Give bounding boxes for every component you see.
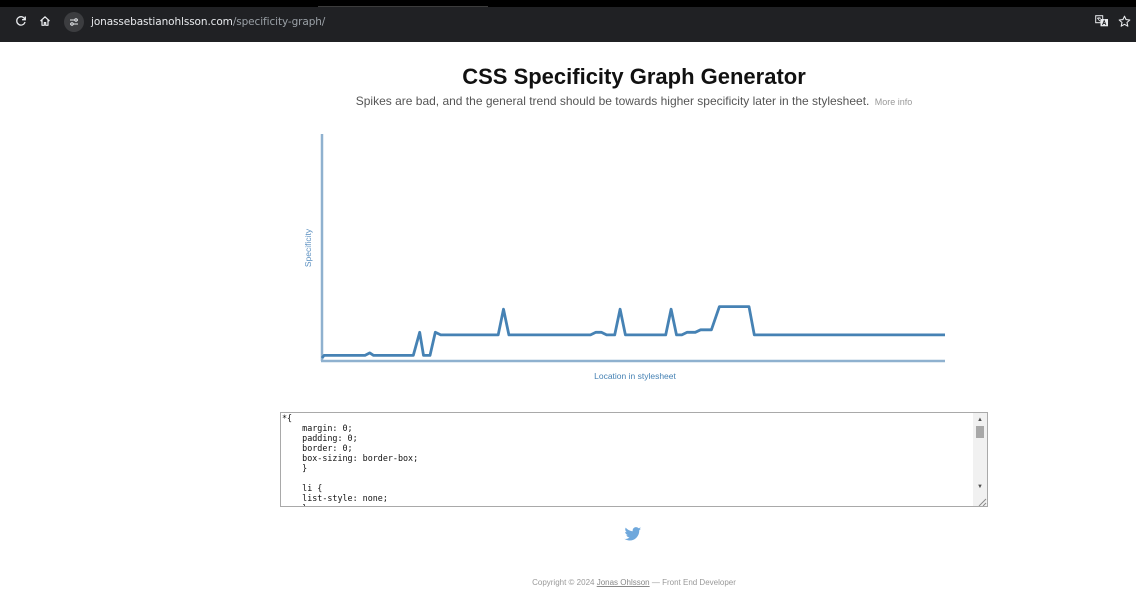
- browser-toolbar: jonassebastianohlsson.com/specificity-gr…: [0, 0, 1136, 42]
- scroll-down-arrow-icon[interactable]: ▼: [973, 481, 987, 493]
- y-axis-label: Specificity: [303, 228, 313, 268]
- graph-axes: [320, 134, 945, 363]
- url-host: jonassebastianohlsson.com: [91, 16, 233, 28]
- x-axis-label: Location in stylesheet: [594, 371, 676, 381]
- subtitle-text: Spikes are bad, and the general trend sh…: [355, 94, 870, 108]
- vertical-scrollbar[interactable]: ▲ ▼: [973, 413, 987, 506]
- footer: Copyright © 2024 Jonas Ohlsson — Front E…: [0, 578, 1136, 587]
- address-bar[interactable]: jonassebastianohlsson.com/specificity-gr…: [64, 12, 325, 32]
- specificity-line: [320, 305, 945, 359]
- author-link[interactable]: Jonas Ohlsson: [597, 578, 650, 587]
- home-icon[interactable]: [36, 12, 54, 30]
- site-settings-icon[interactable]: [64, 12, 84, 32]
- css-input-field[interactable]: [281, 413, 973, 506]
- css-input-box[interactable]: ▲ ▼: [280, 412, 988, 507]
- scroll-thumb[interactable]: [976, 426, 984, 438]
- reload-icon[interactable]: [12, 12, 30, 30]
- resize-handle-icon[interactable]: [975, 494, 987, 506]
- page-title: CSS Specificity Graph Generator: [462, 64, 806, 89]
- url-path: /specificity-graph/: [232, 16, 326, 28]
- more-info-link[interactable]: More info: [875, 97, 913, 107]
- copyright-text: Copyright © 2024: [532, 578, 595, 587]
- twitter-icon[interactable]: [624, 527, 642, 541]
- footer-role: — Front End Developer: [651, 578, 736, 587]
- translate-icon[interactable]: [1093, 12, 1111, 30]
- bookmark-star-icon[interactable]: [1115, 12, 1133, 30]
- tab-strip: [0, 0, 1136, 7]
- graph-series: [320, 305, 945, 359]
- page-subtitle: Spikes are bad, and the general trend sh…: [0, 94, 1136, 108]
- scroll-up-arrow-icon[interactable]: ▲: [973, 414, 987, 426]
- active-tab-indicator: [318, 6, 488, 7]
